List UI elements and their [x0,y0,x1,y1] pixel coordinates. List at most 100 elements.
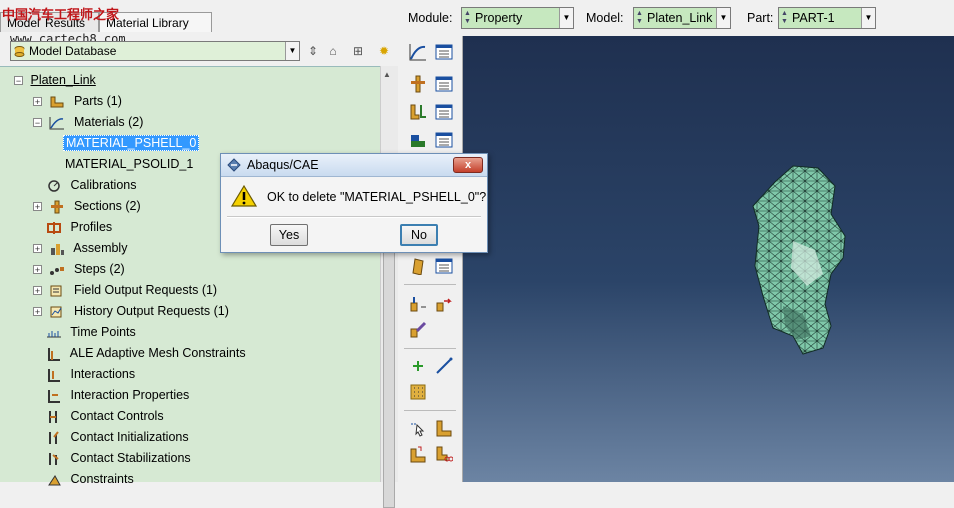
assign-section-tool[interactable] [406,100,430,124]
tree-item-ale[interactable]: ALE Adaptive Mesh Constraints [46,343,246,363]
create-datum-axis-tool[interactable] [432,354,456,378]
expand-icon[interactable]: + [33,202,42,212]
create-datum-point-tool[interactable] [406,354,430,378]
tree-item-label: Calibrations [70,178,137,192]
tree-item-sections[interactable]: + Sections (2) [33,196,141,216]
section-icon [51,200,64,214]
tree-item-label: Parts (1) [73,94,122,108]
tree-item-interaction-properties[interactable]: Interaction Properties [46,385,189,405]
profile-icon [47,221,61,234]
tree-item-profiles[interactable]: Profiles [46,217,112,237]
tree-item-material-pshell[interactable]: MATERIAL_PSHELL_0 [63,133,200,153]
create-skin-tool[interactable] [406,254,430,278]
create-section-tool[interactable] [406,72,430,96]
copy-part-tool[interactable] [406,442,430,466]
skin-manager-tool[interactable] [432,254,456,278]
dialog-titlebar[interactable]: Abaqus/CAE x [221,154,487,177]
expand-icon[interactable]: + [33,97,42,107]
spinner-icon[interactable]: ▲ ▼ [781,10,789,26]
sort-arrows-icon[interactable]: ⇕ [305,43,321,59]
model-label: Model: [586,11,624,25]
plus-icon [413,361,423,371]
module-label: Module: [408,11,453,25]
ale-mesh-icon [48,347,60,361]
spinner-icon[interactable]: ▲ ▼ [464,10,472,26]
tree-scrollbar[interactable]: ▲ ≡ [380,66,398,508]
collapse-icon[interactable]: − [14,76,23,86]
special-inertia-tool[interactable] [406,292,430,316]
assign-section-icon [410,104,426,120]
calibration-icon [48,179,60,192]
module-select[interactable]: ▲ ▼ Property ▼ [461,7,574,29]
lightbulb-icon[interactable]: ✹ [376,43,392,59]
folder-up-icon[interactable]: ⌂ [325,43,341,59]
tree-item-label: Steps (2) [73,262,125,276]
model-select-value: Platen_Link [647,11,713,25]
graphics-viewport[interactable] [463,36,954,482]
assignment-manager-tool[interactable] [432,100,456,124]
close-icon[interactable]: x [453,157,483,173]
database-select[interactable]: Model Database ▼ [10,41,300,61]
material-manager-tool[interactable] [432,40,456,64]
tree-item-label: Contact Controls [70,409,164,423]
profile-manager-tool[interactable] [432,128,456,152]
material-icon [49,116,65,130]
manager-table-icon [435,76,453,92]
tree-item-field-output[interactable]: + Field Output Requests (1) [33,280,217,300]
section-manager-tool[interactable] [432,72,456,96]
scroll-up-icon[interactable]: ▲ [383,70,391,79]
tree-item-material-psolid[interactable]: MATERIAL_PSOLID_1 [65,154,193,174]
warning-icon [231,184,257,207]
yes-button[interactable]: Yes [270,224,308,246]
create-datum-plane-tool[interactable] [406,380,430,404]
no-button[interactable]: No [400,224,438,246]
expand-icon[interactable]: + [33,244,42,254]
query-tool[interactable] [406,416,430,440]
chevron-down-icon[interactable]: ▼ [559,8,573,28]
tree-item-contact-initializations[interactable]: Contact Initializations [46,427,189,447]
tree-item-label: History Output Requests (1) [73,304,229,318]
cut-part-tool[interactable] [432,442,456,466]
tree-item-assembly[interactable]: + Assembly [33,238,127,258]
delete-confirm-dialog: Abaqus/CAE x OK to delete "MATERIAL_PSHE… [220,153,488,253]
tree-item-history-output[interactable]: + History Output Requests (1) [33,301,229,321]
chevron-down-icon[interactable]: ▼ [285,42,299,60]
tree-item-interactions[interactable]: Interactions [46,364,135,384]
partition-tool[interactable] [432,416,456,440]
part-select[interactable]: ▲ ▼ PART-1 ▼ [778,7,876,29]
tree-item-constraints[interactable]: Constraints [46,469,134,489]
module-select-value: Property [475,11,523,25]
model-select[interactable]: ▲ ▼ Platen_Link ▼ [633,7,731,29]
chevron-down-icon[interactable]: ▼ [716,8,730,28]
special-spring-tool[interactable] [432,292,456,316]
create-profile-tool[interactable] [406,128,430,152]
tree-item-label-selected: MATERIAL_PSHELL_0 [63,135,200,151]
tree-root-label: Platen_Link [30,73,96,87]
spinner-icon[interactable]: ▲ ▼ [636,10,644,26]
tree-filter-icon[interactable]: ⊞ [350,43,366,59]
interaction-properties-icon [48,389,60,403]
tree-item-steps[interactable]: + Steps (2) [33,259,125,279]
tree-item-materials[interactable]: − Materials (2) [33,112,143,132]
tree-item-time-points[interactable]: Time Points [46,322,136,342]
section-icon [411,75,425,93]
expand-icon[interactable]: + [33,307,42,317]
expand-icon[interactable]: + [33,265,42,275]
tree-item-calibrations[interactable]: Calibrations [46,175,137,195]
scissors-icon [436,446,453,462]
tree-root[interactable]: − Platen_Link [14,70,96,90]
contact-controls-icon [49,410,57,423]
tree-item-label: Interaction Properties [70,388,190,402]
inertia-icon [410,297,426,312]
manager-table-icon [435,132,453,148]
create-material-tool[interactable] [406,40,430,64]
collapse-icon[interactable]: − [33,118,42,128]
chevron-down-icon[interactable]: ▼ [861,8,875,28]
tree-item-contact-controls[interactable]: Contact Controls [46,406,164,426]
copy-part-icon [410,446,426,463]
tree-item-label: Assembly [73,241,128,255]
tree-item-parts[interactable]: + Parts (1) [33,91,122,111]
expand-icon[interactable]: + [33,286,42,296]
tree-item-contact-stabilizations[interactable]: Contact Stabilizations [46,448,191,468]
stringer-tool[interactable] [406,318,430,342]
